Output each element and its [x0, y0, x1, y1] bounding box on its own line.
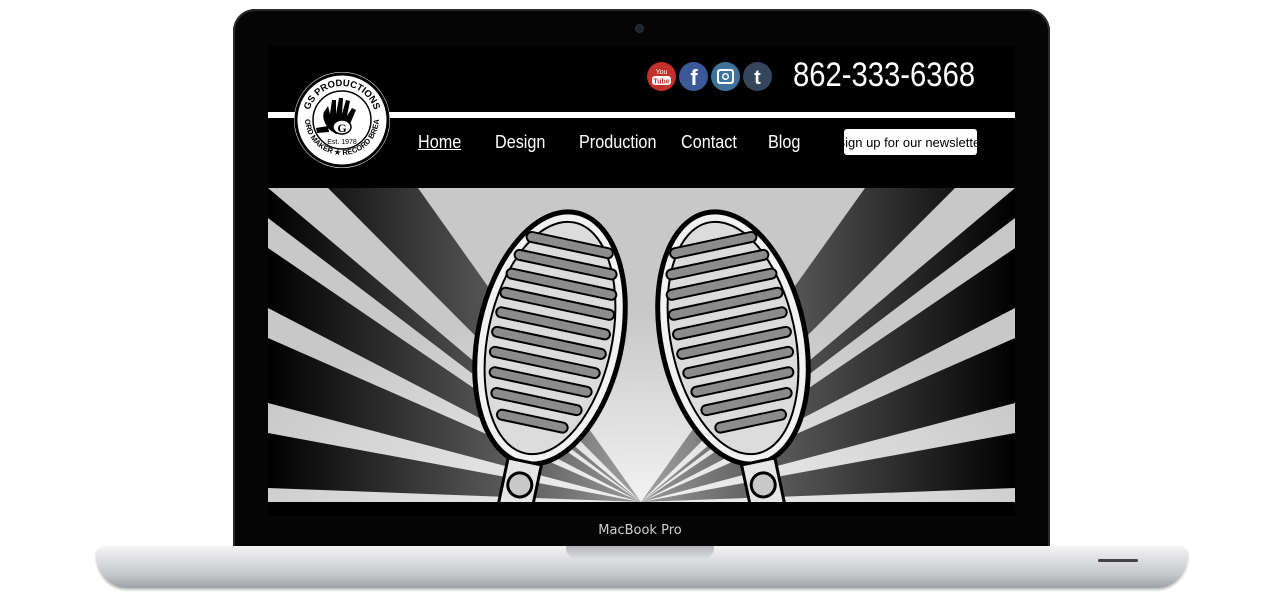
instagram-icon[interactable]: [711, 62, 740, 91]
facebook-icon[interactable]: f: [679, 62, 708, 91]
nav-contact[interactable]: Contact: [681, 132, 737, 153]
svg-text:f: f: [690, 65, 698, 90]
nav-design[interactable]: Design: [495, 132, 545, 153]
device-model-label: MacBook Pro: [598, 523, 682, 538]
youtube-icon[interactable]: You Tube: [647, 62, 676, 91]
sleep-indicator-light: [1098, 559, 1138, 562]
tumblr-icon[interactable]: t: [743, 62, 772, 91]
nav-production[interactable]: Production: [579, 132, 656, 153]
microphones-illustration: [268, 188, 1015, 502]
webcam-icon: [636, 25, 643, 32]
nav-home[interactable]: Home: [418, 132, 461, 153]
svg-text:Tube: Tube: [653, 79, 669, 86]
svg-text:You: You: [656, 69, 668, 76]
gs-productions-logo[interactable]: GS PRODUCTIONS RECORD MAKER ★ RECORD BRE…: [291, 65, 390, 168]
laptop-lid-notch: [566, 546, 714, 558]
svg-text:t: t: [754, 67, 761, 89]
newsletter-signup-button[interactable]: Sign up for our newsletter: [836, 129, 985, 155]
social-links: You Tube f t: [647, 62, 772, 92]
laptop-screen: GS PRODUCTIONS RECORD MAKER ★ RECORD BRE…: [268, 46, 1015, 516]
logo-emblem-letter: G: [337, 121, 346, 135]
logo-established: Est. 1978: [327, 139, 357, 146]
nav-blog[interactable]: Blog: [768, 132, 800, 153]
hero-banner: [268, 188, 1015, 502]
phone-number[interactable]: 862-333-6368: [793, 56, 975, 95]
